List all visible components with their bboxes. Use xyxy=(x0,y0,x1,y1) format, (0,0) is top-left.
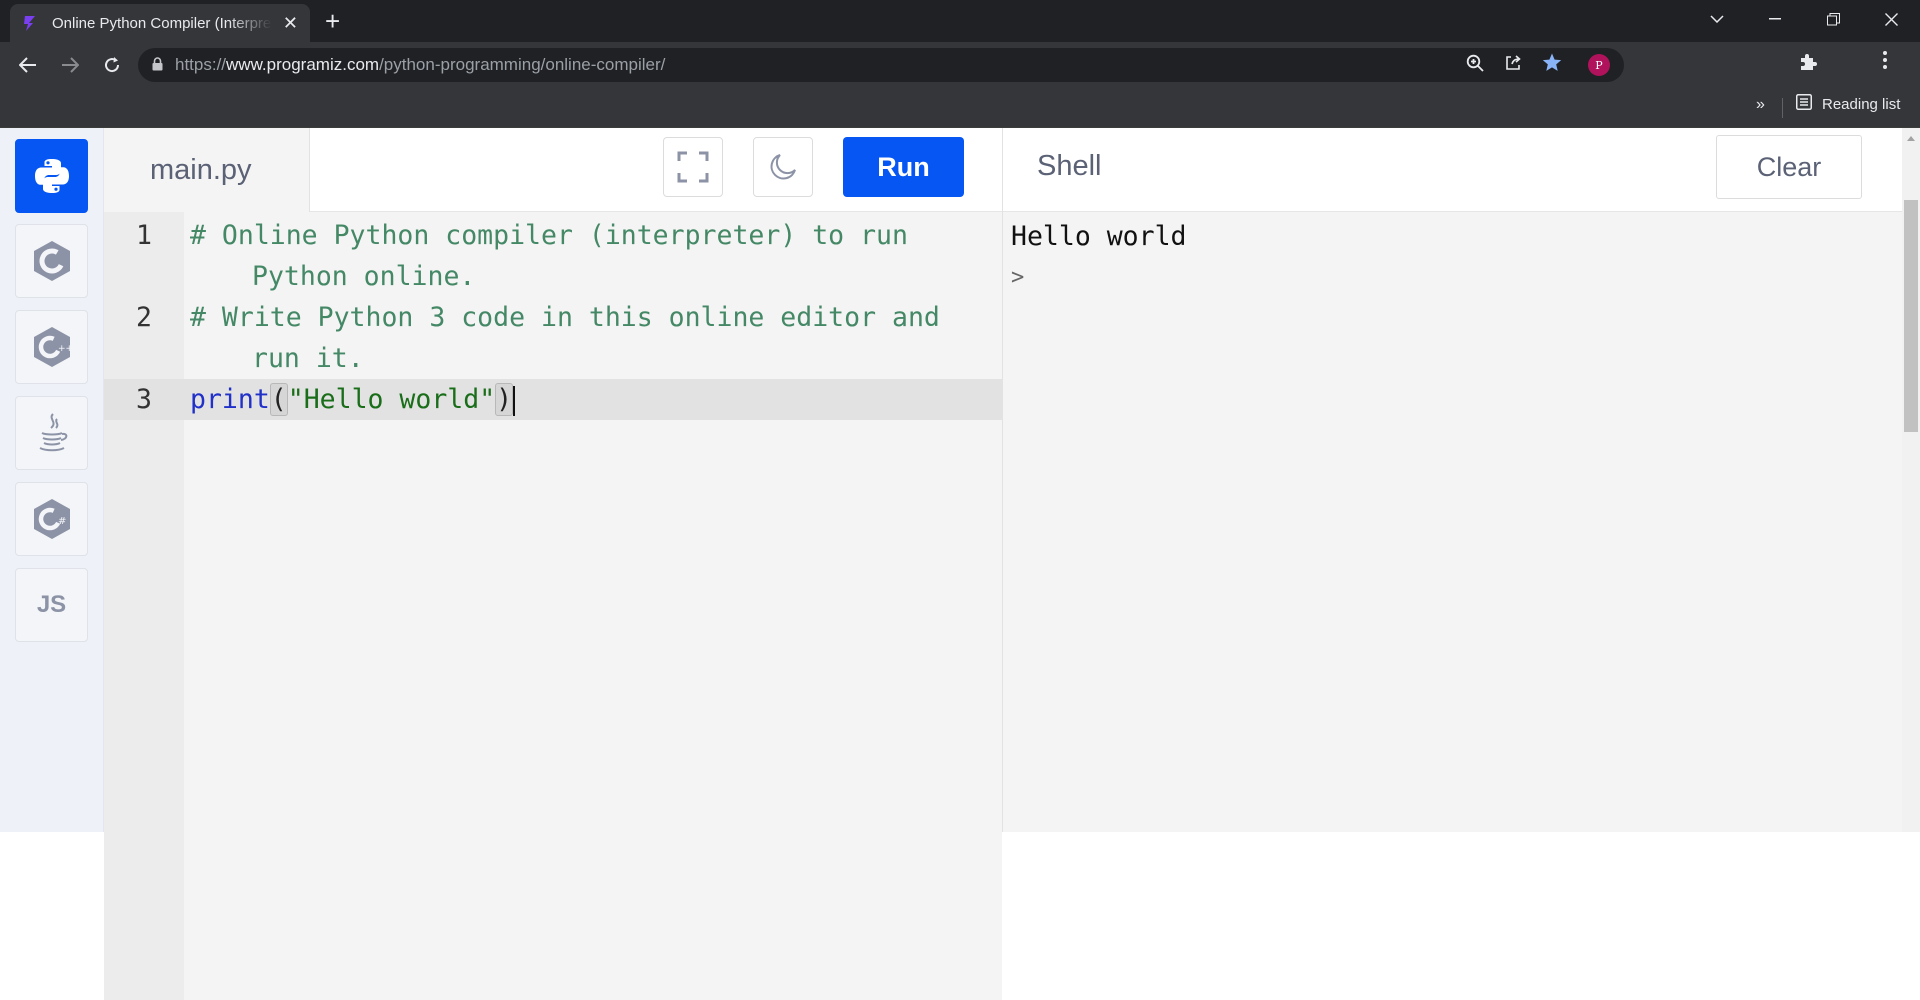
address-bar[interactable]: https://www.programiz.com/python-program… xyxy=(138,48,1624,82)
line-number: 2 xyxy=(136,302,152,333)
code-line[interactable]: 2 # Write Python 3 code in this online e… xyxy=(104,297,1002,379)
shell-prompt: > xyxy=(1011,265,1025,290)
bookmarks-divider xyxy=(1782,98,1783,118)
code-input[interactable]: 1 # Online Python compiler (interpreter)… xyxy=(104,212,1002,1000)
csharp-logo-icon: # xyxy=(33,499,70,539)
editor-header: main.py Run xyxy=(104,128,1002,212)
star-icon[interactable] xyxy=(1542,53,1562,78)
kebab-menu-icon[interactable] xyxy=(1882,50,1888,76)
url-scheme: https:// xyxy=(175,55,227,74)
bookmarks-overflow-button[interactable]: » xyxy=(1756,96,1765,114)
language-python-button[interactable] xyxy=(15,139,88,213)
share-icon[interactable] xyxy=(1504,54,1522,77)
language-sidebar: ++ # JS xyxy=(0,128,104,832)
zoom-icon[interactable] xyxy=(1466,54,1484,77)
puzzle-extension-icon[interactable] xyxy=(1798,52,1818,78)
code-line[interactable]: 1 # Online Python compiler (interpreter)… xyxy=(104,212,1002,297)
browser-tab-strip: Online Python Compiler (Interpreter) ✕ + xyxy=(0,0,1920,42)
code-statement: print("Hello world") xyxy=(190,379,995,420)
code-open-paren: ( xyxy=(269,383,288,416)
fullscreen-icon xyxy=(677,151,709,183)
shell-title: Shell xyxy=(1037,150,1102,182)
line-number: 3 xyxy=(136,384,152,415)
cpp-logo-icon: ++ xyxy=(33,327,72,367)
fullscreen-button[interactable] xyxy=(663,137,723,197)
code-string: "Hello world" xyxy=(287,384,496,415)
c-logo-icon xyxy=(33,241,70,281)
svg-text:++: ++ xyxy=(58,344,72,354)
minimize-icon[interactable] xyxy=(1746,0,1804,38)
text-cursor xyxy=(513,385,516,416)
code-comment: # Write Python 3 code in this online edi… xyxy=(190,302,956,374)
code-editor-panel: main.py Run 1 # Online Python compiler (… xyxy=(104,128,1002,1000)
python-logo-icon xyxy=(34,159,69,193)
restore-icon[interactable] xyxy=(1804,0,1862,38)
reading-list-icon xyxy=(1796,94,1812,115)
shell-panel: Shell Clear Hello world > xyxy=(1002,128,1903,832)
language-java-button[interactable] xyxy=(15,396,88,470)
tab-title: Online Python Compiler (Interpreter) xyxy=(52,14,272,32)
lock-icon[interactable] xyxy=(152,56,163,74)
scrollbar-thumb[interactable] xyxy=(1904,200,1918,432)
tab-close-icon[interactable]: ✕ xyxy=(283,13,298,34)
omnibox-actions: P xyxy=(1466,53,1610,78)
reading-list-button[interactable]: Reading list xyxy=(1796,94,1900,115)
back-arrow-icon[interactable] xyxy=(8,45,48,85)
shell-header: Shell Clear xyxy=(1003,128,1903,212)
code-comment: # Online Python compiler (interpreter) t… xyxy=(190,220,924,292)
bookmarks-bar: » Reading list xyxy=(0,88,1920,128)
shell-output-line: Hello world xyxy=(1011,221,1187,252)
run-button[interactable]: Run xyxy=(843,137,964,197)
clear-button[interactable]: Clear xyxy=(1716,135,1862,199)
browser-toolbar: https://www.programiz.com/python-program… xyxy=(0,42,1920,88)
language-js-button[interactable]: JS xyxy=(15,568,88,642)
java-cup-icon xyxy=(39,413,67,452)
code-close-paren: ) xyxy=(495,383,514,416)
scroll-up-arrow-icon[interactable] xyxy=(1907,136,1915,141)
code-line-active[interactable]: 3 print("Hello world") xyxy=(104,379,1002,420)
new-tab-button[interactable]: + xyxy=(325,8,340,34)
programiz-favicon-icon xyxy=(22,14,40,32)
url-path: /python-programming/online-compiler/ xyxy=(379,55,666,74)
close-window-icon[interactable] xyxy=(1862,0,1920,38)
js-label: JS xyxy=(36,591,67,618)
tab-search-icon[interactable] xyxy=(1688,0,1746,38)
reload-icon[interactable] xyxy=(92,45,132,85)
svg-text:#: # xyxy=(58,516,66,527)
browser-tab[interactable]: Online Python Compiler (Interpreter) ✕ xyxy=(10,4,310,42)
shell-output[interactable]: Hello world > xyxy=(1011,216,1187,298)
compiler-page: ++ # JS main.py Run 1 # Online Python co… xyxy=(0,128,1920,1000)
language-cpp-button[interactable]: ++ xyxy=(15,310,88,384)
moon-icon xyxy=(770,154,796,180)
line-number: 1 xyxy=(136,220,152,251)
profile-avatar[interactable]: P xyxy=(1588,54,1610,76)
forward-arrow-icon[interactable] xyxy=(50,45,90,85)
page-scrollbar[interactable] xyxy=(1902,128,1920,832)
reading-list-label: Reading list xyxy=(1822,96,1901,113)
language-csharp-button[interactable]: # xyxy=(15,482,88,556)
url-host: www.programiz.com xyxy=(226,55,380,74)
code-keyword: print xyxy=(190,384,270,415)
language-c-button[interactable] xyxy=(15,224,88,298)
url-text: https://www.programiz.com/python-program… xyxy=(175,55,665,75)
dark-mode-button[interactable] xyxy=(753,137,813,197)
window-controls xyxy=(1688,0,1920,38)
file-tab-main[interactable]: main.py xyxy=(104,128,310,212)
